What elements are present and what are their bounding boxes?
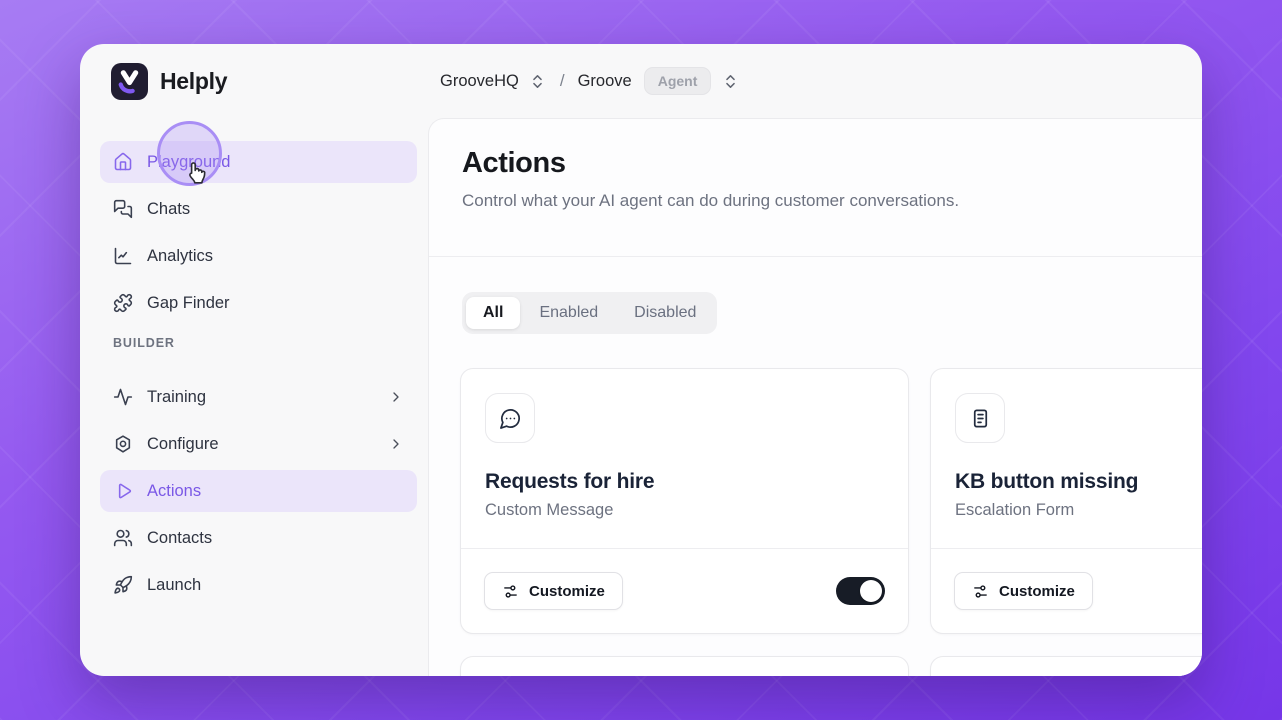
customize-button[interactable]: Customize: [954, 572, 1093, 610]
sidebar-item-configure[interactable]: Configure: [100, 423, 417, 465]
sidebar-item-chats[interactable]: Chats: [100, 188, 417, 230]
chevron-right-icon: [388, 436, 404, 452]
sidebar: Playground Chats Analytics Gap Finder BU…: [80, 118, 428, 676]
page-title: Actions: [462, 147, 566, 179]
action-card-kb-button-missing: KB button missing Escalation Form Custom…: [930, 368, 1202, 634]
sidebar-item-actions[interactable]: Actions: [100, 470, 417, 512]
settings-hex-icon: [113, 434, 133, 454]
users-icon: [113, 528, 133, 548]
sliders-icon: [972, 583, 989, 600]
sidebar-item-label: Training: [147, 387, 206, 406]
sidebar-item-label: Launch: [147, 575, 202, 594]
card-footer: Customize: [461, 548, 908, 633]
line-chart-icon: [113, 246, 133, 266]
action-card-partial: [460, 656, 909, 676]
enable-toggle[interactable]: [836, 577, 885, 605]
brand: Helply: [111, 44, 228, 118]
chat-bubbles-icon: [113, 199, 133, 219]
customize-label: Customize: [529, 582, 605, 600]
sidebar-item-analytics[interactable]: Analytics: [100, 235, 417, 277]
card-body: KB button missing Escalation Form: [931, 369, 1202, 544]
project-name[interactable]: Groove: [578, 72, 632, 91]
topbar: Helply GrooveHQ / Groove Agent: [80, 44, 1202, 118]
tab-all[interactable]: All: [466, 297, 521, 329]
app-title: Helply: [160, 67, 228, 94]
breadcrumb-separator: /: [559, 71, 565, 90]
sidebar-item-label: Configure: [147, 434, 219, 453]
sidebar-section-builder: BUILDER: [113, 336, 175, 350]
breadcrumb: GrooveHQ / Groove Agent: [440, 44, 739, 118]
card-footer: Customize: [931, 548, 1202, 633]
desktop-background: Helply GrooveHQ / Groove Agent Playgroun…: [0, 0, 1282, 720]
action-card-partial: [930, 656, 1202, 676]
page-subtitle: Control what your AI agent can do during…: [462, 191, 960, 210]
sidebar-item-label: Playground: [147, 152, 231, 171]
card-body: Requests for hire Custom Message: [461, 369, 908, 544]
agent-selector-icon[interactable]: [721, 72, 739, 90]
card-type: Escalation Form: [955, 501, 1075, 519]
filter-tabs: All Enabled Disabled: [462, 292, 718, 334]
form-document-icon: [955, 393, 1005, 443]
action-card-requests-for-hire: Requests for hire Custom Message Customi…: [460, 368, 909, 634]
tab-enabled[interactable]: Enabled: [522, 297, 615, 329]
customize-button[interactable]: Customize: [484, 572, 623, 610]
sidebar-item-contacts[interactable]: Contacts: [100, 517, 417, 559]
workspace-selector-icon[interactable]: [529, 72, 547, 90]
header-divider: [429, 256, 1202, 257]
sidebar-item-label: Contacts: [147, 528, 213, 547]
sidebar-item-label: Analytics: [147, 246, 214, 265]
card-title: Requests for hire: [485, 470, 655, 493]
customize-label: Customize: [999, 582, 1075, 600]
activity-icon: [113, 387, 133, 407]
sidebar-item-label: Gap Finder: [147, 293, 230, 312]
workspace-name[interactable]: GrooveHQ: [440, 72, 519, 91]
sidebar-item-playground[interactable]: Playground: [100, 141, 417, 183]
toggle-knob: [860, 580, 882, 602]
helply-logo-icon: [111, 62, 148, 100]
app-window: Helply GrooveHQ / Groove Agent Playgroun…: [80, 44, 1202, 676]
agent-badge: Agent: [643, 67, 712, 95]
chevron-right-icon: [388, 389, 404, 405]
home-icon: [113, 152, 133, 172]
message-dots-icon: [485, 393, 535, 443]
main-panel: Actions Control what your AI agent can d…: [428, 118, 1202, 676]
sidebar-item-training[interactable]: Training: [100, 376, 417, 418]
page-header: Actions Control what your AI agent can d…: [429, 119, 1202, 211]
sliders-icon: [502, 583, 519, 600]
puzzle-icon: [113, 293, 133, 313]
tab-disabled[interactable]: Disabled: [617, 297, 713, 329]
sidebar-item-label: Chats: [147, 199, 191, 218]
rocket-icon: [113, 575, 133, 595]
card-type: Custom Message: [485, 501, 614, 519]
play-icon: [113, 481, 133, 501]
sidebar-item-label: Actions: [147, 481, 202, 500]
card-title: KB button missing: [955, 470, 1139, 493]
sidebar-item-launch[interactable]: Launch: [100, 564, 417, 606]
sidebar-item-gap-finder[interactable]: Gap Finder: [100, 282, 417, 324]
